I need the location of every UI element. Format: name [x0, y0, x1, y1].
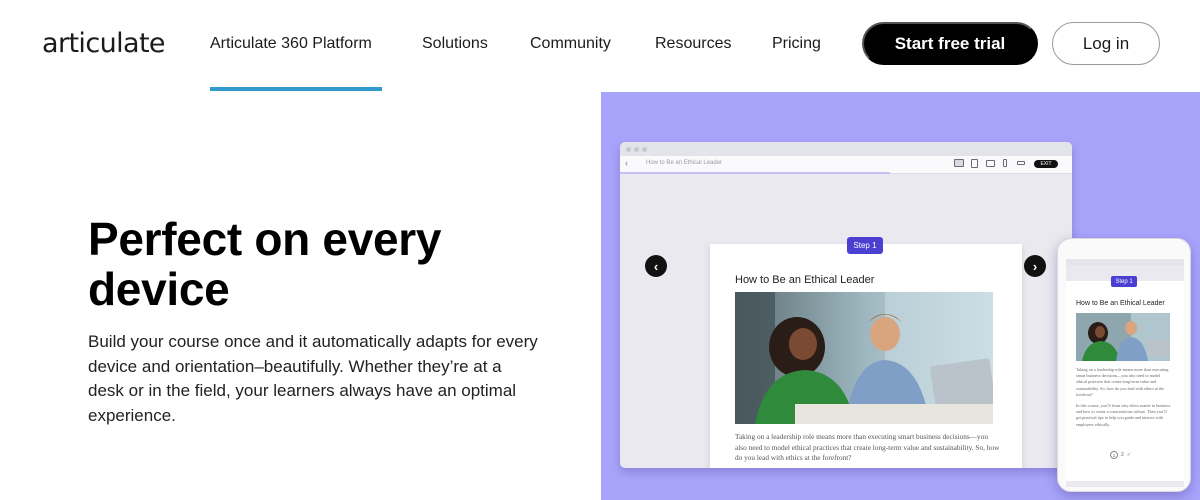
nav-articulate-360-platform[interactable]: Articulate 360 Platform	[210, 34, 372, 54]
window-titlebar	[620, 142, 1072, 156]
phone-screen: How to Be an Ethical Leader Taking on a …	[1066, 265, 1184, 487]
nav-community[interactable]: Community	[530, 34, 611, 54]
phone-course-photo-image	[1076, 313, 1170, 361]
window-dot-icon	[634, 147, 639, 152]
phone-pager-current-page: 1	[1110, 451, 1118, 459]
tablet-portrait-icon	[971, 159, 978, 168]
hero-description: Build your course once and it automatica…	[88, 332, 538, 425]
desktop-view-icon	[954, 159, 964, 167]
phone-landscape-icon	[1017, 161, 1025, 165]
tablet-landscape-icon	[986, 160, 995, 167]
nav-resources[interactable]: Resources	[655, 34, 731, 54]
nav-pricing[interactable]: Pricing	[772, 34, 821, 54]
back-arrow-icon: ‹	[625, 158, 628, 168]
phone-course-card: How to Be an Ethical Leader Taking on a …	[1066, 281, 1184, 481]
phone-course-photo	[1076, 313, 1170, 361]
phone-step-badge: Step 1	[1111, 276, 1137, 287]
nav-active-indicator	[210, 87, 382, 91]
phone-checkmark-icon: ✓	[1126, 452, 1131, 458]
step-badge: Step 1	[847, 237, 883, 254]
course-progress-bar	[620, 172, 890, 174]
phone-course-title: How to Be an Ethical Leader	[1076, 300, 1165, 307]
window-dot-icon	[642, 147, 647, 152]
start-free-trial-button[interactable]: Start free trial	[862, 22, 1038, 65]
hero-title: Perfect on every device	[88, 213, 442, 315]
phone-mockup: How to Be an Ethical Leader Taking on a …	[1057, 238, 1191, 492]
phone-course-description: Taking on a leadership role means more t…	[1076, 367, 1172, 428]
course-window-title: How to Be an Ethical Leader	[646, 160, 723, 166]
device-illustration: ‹ How to Be an Ethical Leader EXIT How t…	[601, 92, 1200, 500]
window-dot-icon	[626, 147, 631, 152]
nav-solutions[interactable]: Solutions	[422, 34, 488, 54]
course-photo	[735, 292, 993, 424]
articulate-logo[interactable]: articulate	[42, 28, 166, 59]
desktop-window-mockup: ‹ How to Be an Ethical Leader EXIT How t…	[620, 142, 1072, 468]
course-photo-image	[735, 292, 993, 424]
phone-pager-next-page: 2	[1121, 452, 1124, 458]
phone-paragraph-1: Taking on a leadership role means more t…	[1076, 367, 1169, 397]
phone-portrait-icon	[1003, 159, 1007, 167]
course-description: Taking on a leadership role means more t…	[735, 432, 1000, 462]
exit-button: EXIT	[1034, 160, 1058, 168]
log-in-button[interactable]: Log in	[1052, 22, 1160, 65]
course-title: How to Be an Ethical Leader	[735, 274, 875, 286]
chevron-left-icon: ‹	[645, 255, 667, 277]
phone-paragraph-2: In this course, you’ll learn why ethics …	[1076, 403, 1171, 427]
chevron-right-icon: ›	[1024, 255, 1046, 277]
phone-pager: 1 2 ✓	[1110, 451, 1131, 459]
site-header: articulate Articulate 360 Platform Solut…	[0, 0, 1200, 92]
course-card: How to Be an Ethical Leader Taking on a …	[710, 244, 1022, 468]
